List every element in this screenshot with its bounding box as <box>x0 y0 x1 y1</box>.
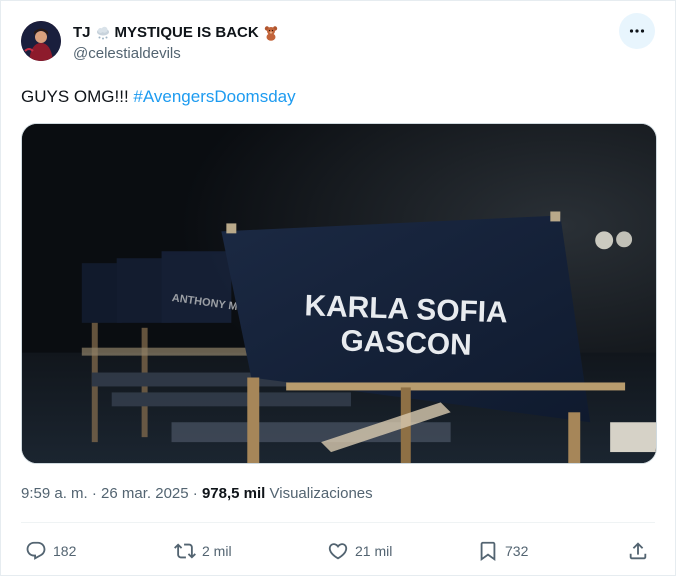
display-name-prefix: TJ <box>73 24 91 41</box>
tweet-date[interactable]: 26 mar. 2025 <box>101 485 189 502</box>
media-photo: ANTHONY M KARLA SOFIA GASCON <box>22 124 656 463</box>
tweet-card: TJ MYSTIQUE IS BACK @celestialdevils GUY… <box>0 0 676 576</box>
chair-name-line1: KARLA SOFIA <box>304 289 508 329</box>
author-handle[interactable]: @celestialdevils <box>73 44 279 64</box>
bookmark-button[interactable]: 732 <box>477 533 528 569</box>
tweet-body: GUYS OMG!!! <box>21 87 134 106</box>
divider <box>21 522 655 523</box>
avatar-image <box>21 21 61 61</box>
retweet-count: 2 mil <box>202 543 232 559</box>
heart-icon <box>328 543 348 560</box>
like-button[interactable]: 21 mil <box>327 533 392 569</box>
more-dots-icon <box>629 29 645 33</box>
views-label: Visualizaciones <box>265 485 373 502</box>
tweet-time[interactable]: 9:59 a. m. <box>21 485 88 502</box>
display-name[interactable]: TJ MYSTIQUE IS BACK <box>73 23 279 43</box>
tweet-media-image[interactable]: ANTHONY M KARLA SOFIA GASCON <box>21 123 657 464</box>
tweet-actions: 182 2 mil 21 mil 732 <box>21 533 655 569</box>
cloud-snow-emoji-icon <box>95 25 111 41</box>
avatar[interactable] <box>21 21 61 61</box>
meta-separator: · <box>188 485 202 502</box>
bookmark-count: 732 <box>505 543 529 559</box>
meta-separator: · <box>87 485 102 502</box>
like-count: 21 mil <box>355 543 393 559</box>
reply-button[interactable]: 182 <box>25 533 76 569</box>
display-name-main: MYSTIQUE IS BACK <box>114 24 259 41</box>
retweet-button[interactable]: 2 mil <box>174 533 232 569</box>
author-names: TJ MYSTIQUE IS BACK @celestialdevils <box>73 23 279 64</box>
tweet-text: GUYS OMG!!! #AvengersDoomsday <box>21 85 296 109</box>
share-icon <box>629 542 647 560</box>
chair-name-line2: GASCON <box>340 324 472 362</box>
reply-count: 182 <box>53 543 77 559</box>
views-count: 978,5 mil <box>201 485 266 502</box>
tweet-header: TJ MYSTIQUE IS BACK @celestialdevils <box>21 13 655 65</box>
tweet-meta: 9:59 a. m. · 26 mar. 2025 · 978,5 mil Vi… <box>21 484 373 504</box>
hashtag-link[interactable]: #AvengersDoomsday <box>133 87 295 106</box>
bookmark-icon <box>480 541 496 562</box>
share-button[interactable] <box>627 533 649 569</box>
teddy-bear-emoji-icon <box>263 25 279 41</box>
more-options-button[interactable] <box>619 13 655 49</box>
reply-icon <box>26 541 46 560</box>
retweet-icon <box>174 543 196 559</box>
